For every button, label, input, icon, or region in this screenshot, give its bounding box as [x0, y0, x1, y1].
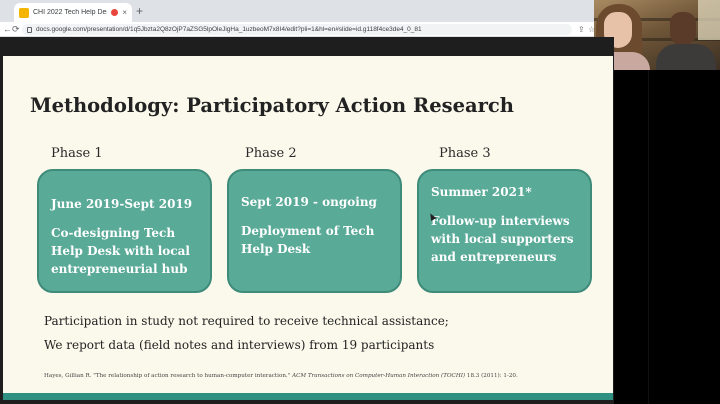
slide-title: Methodology: Participatory Action Resear…	[30, 94, 514, 117]
note-participation: Participation in study not required to r…	[44, 314, 449, 328]
back-button[interactable]: ←	[3, 23, 12, 35]
phase-1-label: Phase 1	[51, 146, 103, 161]
address-bar[interactable]: docs.google.com/presentation/d/1q5Jbzta2…	[22, 24, 572, 35]
participant-2-face	[670, 12, 696, 46]
phase-2-card: Sept 2019 - ongoing Deployment of Tech H…	[227, 169, 402, 293]
close-tab-icon[interactable]: ×	[122, 8, 127, 17]
phase-3-card: Summer 2021* Follow-up interviews with l…	[417, 169, 592, 293]
new-tab-button[interactable]: +	[136, 4, 143, 18]
citation-details: 18.3 (2011): 1-20.	[466, 373, 518, 379]
phase-2-label: Phase 2	[245, 146, 297, 161]
phase-3-date: Summer 2021*	[431, 185, 532, 199]
browser-tab[interactable]: CHI 2022 Tech Help Desk ×	[14, 3, 132, 22]
slide-accent-bar	[3, 393, 613, 400]
url-text: docs.google.com/presentation/d/1q5Jbzta2…	[36, 26, 422, 33]
phase-1-date: June 2019-Sept 2019	[51, 197, 193, 211]
slides-favicon-icon	[19, 7, 29, 18]
phase-1-card: June 2019-Sept 2019 Co-designing Tech He…	[37, 169, 212, 293]
slide: Methodology: Participatory Action Resear…	[3, 56, 613, 400]
divider	[648, 70, 649, 404]
background-window	[698, 0, 720, 40]
phase-1-description: Co-designing Tech Help Desk with local e…	[51, 226, 190, 276]
lock-icon	[27, 26, 32, 33]
citation: Hayes, Gillian R. "The relationship of a…	[44, 373, 518, 379]
phase-3-label: Phase 3	[439, 146, 491, 161]
tab-title: CHI 2022 Tech Help Desk	[33, 9, 108, 16]
note-participants: We report data (field notes and intervie…	[44, 338, 435, 352]
reload-button[interactable]: ⟳	[12, 23, 20, 35]
phase-2-date: Sept 2019 - ongoing	[241, 195, 377, 209]
citation-title: Hayes, Gillian R. "The relationship of a…	[44, 373, 291, 379]
phase-2-description: Deployment of Tech Help Desk	[241, 224, 375, 256]
participant-2-body	[656, 44, 716, 70]
phase-3-description: Follow-up interviews with local supporte…	[431, 214, 574, 264]
recording-icon	[111, 9, 119, 16]
citation-journal: ACM Transactions on Computer-Human Inter…	[292, 373, 466, 379]
share-icon[interactable]: ⇪	[578, 24, 585, 35]
